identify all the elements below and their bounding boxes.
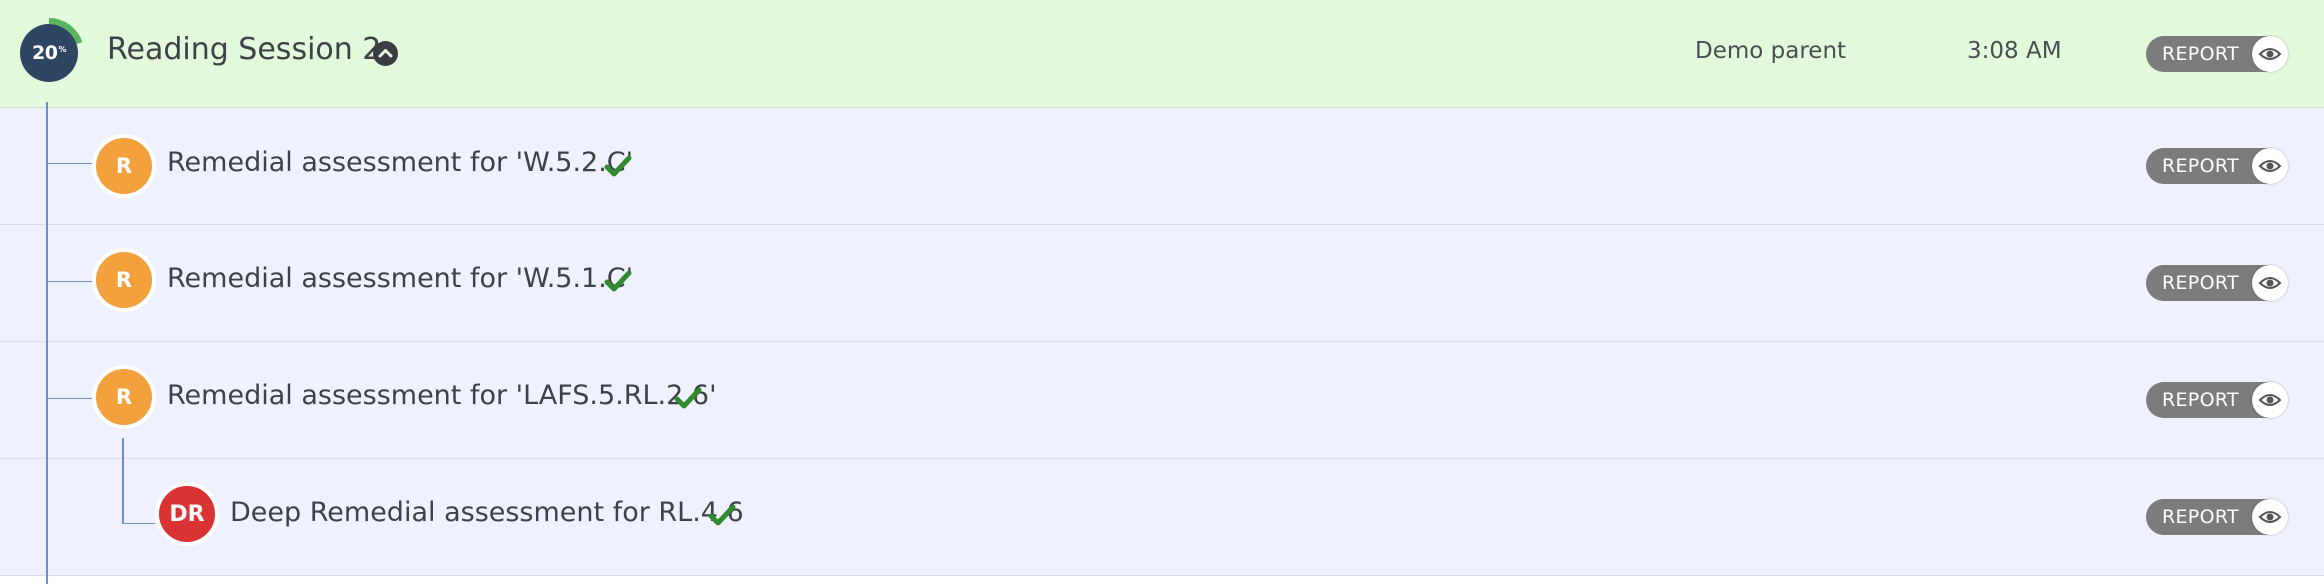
assessment-title: Remedial assessment for 'W.5.2.C' (167, 147, 634, 178)
eye-icon (2252, 36, 2288, 72)
tree-connector-branch (46, 398, 92, 399)
check-icon (708, 504, 736, 526)
report-button[interactable]: REPORT (2146, 148, 2288, 184)
session-title: Reading Session 2 (107, 32, 382, 67)
assessment-title: Remedial assessment for 'W.5.1.C' (167, 263, 634, 294)
progress-value: 20 (32, 42, 58, 64)
eye-icon (2252, 499, 2288, 535)
eye-icon (2252, 148, 2288, 184)
tree-connector-branch (46, 281, 92, 282)
session-user: Demo parent (1695, 38, 1847, 64)
tree-connector-branch (46, 163, 92, 164)
report-button-label: REPORT (2162, 155, 2239, 177)
assessment-title: Remedial assessment for 'LAFS.5.RL.2.6' (167, 380, 717, 411)
progress-unit: % (58, 44, 66, 54)
remedial-badge: R (92, 365, 156, 429)
report-button[interactable]: REPORT (2146, 382, 2288, 418)
report-button[interactable]: REPORT (2146, 36, 2288, 72)
progress-label: 20% (14, 18, 84, 88)
eye-icon (2252, 382, 2288, 418)
chevron-up-icon[interactable] (373, 41, 398, 66)
assessment-title: Deep Remedial assessment for RL.4.6 (230, 497, 744, 528)
check-icon (604, 155, 632, 177)
remedial-badge: R (92, 248, 156, 312)
progress-indicator: 20% (14, 18, 84, 88)
tree-connector-sub-branch (122, 523, 155, 524)
remedial-badge: R (92, 134, 156, 198)
report-button-label: REPORT (2162, 272, 2239, 294)
assessment-row: R Remedial assessment for 'W.5.1.C' REPO… (0, 225, 2324, 342)
check-icon (674, 387, 702, 409)
eye-icon (2252, 265, 2288, 301)
session-time: 3:08 AM (1967, 38, 2062, 64)
tree-connector-main (46, 102, 48, 584)
session-header: 20% Reading Session 2 Demo parent 3:08 A… (0, 0, 2324, 108)
assessment-row: R Remedial assessment for 'LAFS.5.RL.2.6… (0, 342, 2324, 459)
assessment-row: DR Deep Remedial assessment for RL.4.6 R… (0, 459, 2324, 576)
check-icon (604, 270, 632, 292)
report-button[interactable]: REPORT (2146, 499, 2288, 535)
report-button[interactable]: REPORT (2146, 265, 2288, 301)
report-button-label: REPORT (2162, 506, 2239, 528)
report-button-label: REPORT (2162, 389, 2239, 411)
report-button-label: REPORT (2162, 43, 2239, 65)
assessment-row: R Remedial assessment for 'W.5.2.C' REPO… (0, 108, 2324, 225)
deep-remedial-badge: DR (155, 482, 219, 546)
tree-connector-sub (122, 438, 124, 524)
